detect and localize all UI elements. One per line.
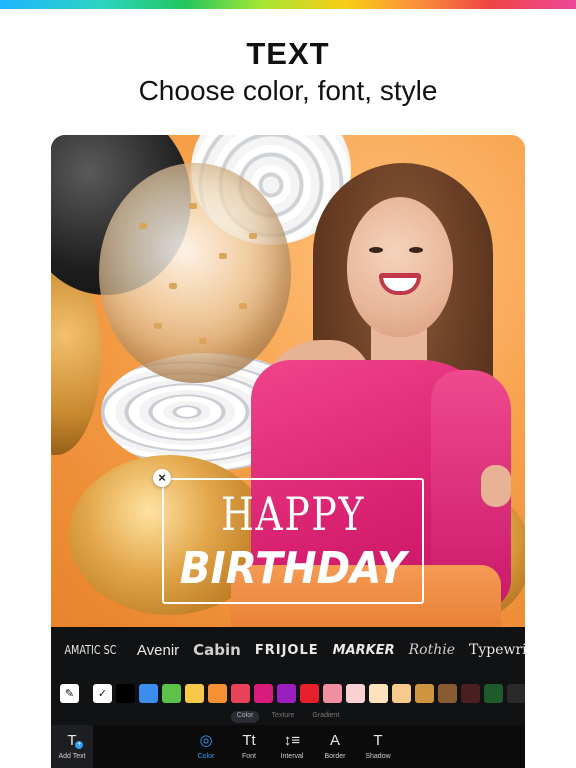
color-swatch[interactable] — [116, 683, 135, 703]
color-swatch[interactable] — [185, 683, 204, 703]
color-swatch[interactable] — [484, 683, 503, 703]
confetti-piece — [139, 223, 147, 229]
font-option-frijole[interactable]: FRIJOLE — [248, 643, 326, 658]
swatch-spacer — [83, 684, 89, 703]
add-text-label: Add Text — [58, 753, 86, 760]
color-swatch[interactable] — [300, 683, 319, 703]
color-swatch[interactable] — [461, 683, 480, 703]
add-text-icon: T + — [67, 732, 84, 749]
clear-confetti-balloon — [99, 163, 291, 383]
color-swatch[interactable] — [208, 683, 227, 703]
color-swatch[interactable] — [438, 683, 457, 703]
tool-shadow-label: Shadow — [365, 753, 391, 760]
close-icon[interactable]: × — [153, 469, 171, 487]
check-icon[interactable]: ✓ — [93, 683, 112, 703]
color-swatch[interactable] — [231, 683, 250, 703]
color-swatch[interactable] — [346, 683, 365, 703]
font-picker-row[interactable]: AMATIC SC Avenir Cabin FRIJOLE MARKER Ro… — [51, 627, 525, 673]
font-option-avenir[interactable]: Avenir — [130, 642, 186, 659]
tool-interval-label: Interval — [280, 753, 304, 760]
color-swatch[interactable] — [415, 683, 434, 703]
confetti-piece — [219, 253, 227, 259]
font-option-rothie[interactable]: Rothie — [402, 642, 462, 658]
tool-border-label: Border — [324, 753, 346, 760]
font-option-amatic-sc[interactable]: AMATIC SC — [59, 643, 122, 657]
confetti-piece — [189, 203, 197, 209]
tool-color[interactable]: ◎ Color — [184, 725, 228, 768]
color-swatch[interactable] — [323, 683, 342, 703]
tool-interval[interactable]: ↕≡ Interval — [270, 725, 314, 768]
font-option-typewriter[interactable]: Typewriter — [462, 642, 525, 658]
tab-color[interactable]: Color — [230, 711, 260, 723]
color-swatch[interactable] — [254, 683, 273, 703]
tool-shadow[interactable]: T Shadow — [356, 725, 400, 768]
font-option-marker[interactable]: MARKER — [326, 643, 402, 658]
tab-texture[interactable]: Texture — [265, 711, 300, 723]
confetti-piece — [199, 338, 207, 344]
line-spacing-icon: ↕≡ — [283, 732, 301, 749]
text-editor-panel: AMATIC SC Avenir Cabin FRIJOLE MARKER Ro… — [51, 627, 525, 725]
confetti-piece — [249, 233, 257, 239]
woman-eye-right — [409, 247, 423, 253]
color-swatch[interactable] — [507, 683, 525, 703]
border-letter-icon: A — [329, 732, 340, 749]
palette-icon: ◎ — [199, 732, 213, 749]
page-subtitle: Choose color, font, style — [138, 75, 438, 106]
color-swatch[interactable] — [369, 683, 388, 703]
rainbow-top-bar — [0, 0, 576, 9]
tool-font-label: Font — [241, 753, 256, 760]
tool-color-label: Color — [197, 753, 215, 760]
overlay-text-happy[interactable]: HAPPY — [186, 487, 401, 541]
plus-badge-icon: + — [75, 741, 84, 749]
confetti-piece — [154, 323, 162, 329]
confetti-piece — [169, 283, 177, 289]
page-title: TEXT — [246, 36, 330, 71]
tab-gradient[interactable]: Gradient — [306, 711, 345, 723]
font-option-cabin[interactable]: Cabin — [186, 641, 248, 659]
woman-hand — [481, 465, 511, 507]
confetti-piece — [239, 303, 247, 309]
woman-eye-left — [369, 247, 383, 253]
woman-face — [347, 197, 453, 337]
color-swatch[interactable] — [277, 683, 296, 703]
tool-font[interactable]: Tt Font — [227, 725, 271, 768]
tool-border[interactable]: A Border — [313, 725, 357, 768]
color-swatch-row[interactable]: ✎ ✓ — [51, 679, 525, 707]
bottom-toolbar: T + Add Text ◎ Color Tt Font ↕≡ Interval … — [51, 725, 525, 768]
color-swatch[interactable] — [139, 683, 158, 703]
add-text-button[interactable]: T + Add Text — [51, 725, 93, 768]
shadow-letter-icon: T — [373, 732, 383, 749]
color-swatch[interactable] — [392, 683, 411, 703]
font-icon: Tt — [242, 732, 256, 749]
overlay-text-birthday[interactable]: BIRTHDAY — [169, 543, 417, 594]
color-swatch[interactable] — [162, 683, 181, 703]
eyedropper-icon[interactable]: ✎ — [60, 683, 79, 703]
color-mode-tabs: Color Texture Gradient — [51, 711, 525, 723]
